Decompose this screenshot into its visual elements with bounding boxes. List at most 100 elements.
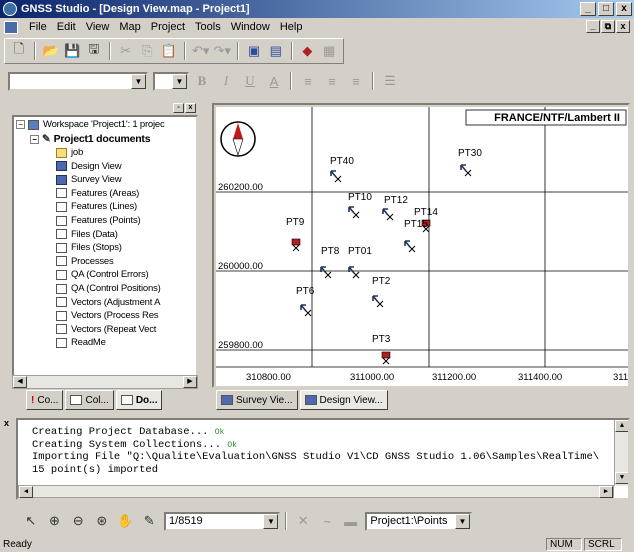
map-view-icon[interactable]: ▣ [244,41,264,61]
tree-item[interactable]: Vectors (Process Res [56,310,159,321]
x-tick-label: 311000.00 [350,372,394,383]
output-console: Creating Project Database... Ok Creating … [16,418,630,500]
tree-item[interactable]: Design View [56,160,122,172]
scroll-up-icon[interactable]: ▲ [615,420,628,432]
size-combo[interactable]: ▼ [153,71,189,91]
delete-x-icon[interactable]: ✕ [292,511,314,531]
doc-icon [56,242,67,253]
scroll-right-icon[interactable]: ▶ [599,486,613,498]
survey-view-icon[interactable]: ▤ [266,41,286,61]
zoom-in-icon[interactable]: ⊕ [44,511,66,531]
output-hscrollbar[interactable]: ◀ ▶ [18,485,614,498]
menu-view[interactable]: View [81,21,115,33]
tab-survey-view[interactable]: Survey Vie... [216,390,298,410]
tree-item[interactable]: QA (Control Positions) [56,283,161,294]
doc-icon [56,297,67,308]
collapse-icon[interactable]: − [30,134,39,144]
menu-edit[interactable]: Edit [52,21,81,33]
map-view[interactable]: 260200.00 260000.00 259800.00 310800.00 311… [212,103,630,388]
align-left-icon[interactable]: ≡ [297,71,319,91]
tree-item[interactable]: Features (Points) [56,215,141,226]
new-icon[interactable]: 🗋 [9,41,29,61]
tree-item[interactable]: ReadMe [56,337,106,348]
zoom-extent-icon[interactable]: ⊛ [91,511,113,531]
tab-design-view[interactable]: Design View... [299,390,388,410]
close-button[interactable]: x [616,2,632,16]
x-tick-label: 311200.00 [432,372,476,383]
layer-combo[interactable]: Project1:\Points ▼ [365,511,472,531]
layer-icon[interactable]: ◆ [298,41,318,61]
open-icon[interactable]: 📂 [41,41,61,61]
tab-do[interactable]: Do... [115,390,163,410]
point-label: PT30 [458,148,482,159]
paste-icon[interactable]: 📋 [159,41,179,61]
redo-icon[interactable]: ↷▾ [213,41,233,61]
copy-icon[interactable]: ⎘ [137,41,157,61]
bullets-icon[interactable]: ☰ [379,71,401,91]
map-canvas[interactable]: 260200.00 260000.00 259800.00 310800.00 311… [216,107,628,386]
scroll-right-icon[interactable]: ▶ [183,376,197,388]
save-icon[interactable]: 💾 [62,41,82,61]
menu-window[interactable]: Window [226,21,275,33]
zoom-out-icon[interactable]: ⊖ [67,511,89,531]
output-line-text: Creating System Collections... [32,438,222,451]
chevron-down-icon[interactable]: ▼ [263,513,279,529]
bold-button[interactable]: B [191,71,213,91]
scroll-down-icon[interactable]: ▼ [615,472,628,484]
chevron-down-icon[interactable]: ▼ [172,73,187,89]
collapse-icon[interactable]: − [16,120,25,129]
tree-item[interactable]: Processes [56,256,114,267]
layer-stack-icon[interactable]: ▬ [340,511,362,531]
saveall-icon[interactable]: 🖫 [84,41,104,61]
menu-project[interactable]: Project [146,21,190,33]
mdi-close-button[interactable]: x [616,20,630,33]
tree-item[interactable]: Vectors (Repeat Vect [56,324,156,335]
tree-workspace[interactable]: − Workspace 'Project1': 1 projec [16,119,165,130]
tree-item[interactable]: Features (Lines) [56,201,137,212]
tree-project[interactable]: − ✎ Project1 documents [30,133,151,145]
align-center-icon[interactable]: ≡ [321,71,343,91]
italic-button[interactable]: I [215,71,237,91]
undo-icon[interactable]: ↶▾ [191,41,211,61]
chevron-down-icon[interactable]: ▼ [131,73,146,89]
cut-icon[interactable]: ✂ [116,41,136,61]
draw-pencil-icon[interactable]: ✎ [138,511,160,531]
mdi-minimize-button[interactable]: _ [586,20,600,33]
minimize-button[interactable]: _ [580,2,596,16]
menu-help[interactable]: Help [275,21,308,33]
pan-hand-icon[interactable]: ✋ [115,511,137,531]
tree-item[interactable]: Files (Data) [56,229,118,240]
output-close-button[interactable]: x [4,418,14,432]
mdi-restore-button[interactable]: ⧉ [601,20,615,33]
underline-button[interactable]: U [239,71,261,91]
output-vscrollbar[interactable]: ▲ ▼ [614,420,628,486]
align-right-icon[interactable]: ≡ [345,71,367,91]
tree-item[interactable]: Survey View [56,174,122,185]
tree-item[interactable]: Vectors (Adjustment A [56,297,160,308]
tree-item[interactable]: Files (Stops) [56,242,122,253]
menu-tools[interactable]: Tools [190,21,226,33]
panel-close-button[interactable]: x [185,103,196,113]
line-tool-icon[interactable]: ~ [316,511,338,531]
tree-item[interactable]: job [56,147,83,158]
font-color-button[interactable]: A [263,71,285,91]
tree-hscrollbar[interactable]: ◀ ▶ [12,375,198,389]
scroll-left-icon[interactable]: ◀ [13,376,27,388]
chevron-down-icon[interactable]: ▼ [454,513,470,529]
scroll-left-icon[interactable]: ◀ [19,486,33,498]
maximize-button[interactable]: □ [598,2,614,16]
menu-file[interactable]: File [24,21,52,33]
scale-combo[interactable]: 1/8519 ▼ [164,511,281,531]
tab-co[interactable]: ! Co... [26,390,64,410]
tree-item[interactable]: QA (Control Errors) [56,269,149,280]
tab-col[interactable]: Col... [65,390,114,410]
panel-dock-button[interactable]: - [173,103,184,113]
output-line: Creating Project Database... Ok [18,426,628,439]
collection-icon [70,395,83,405]
tree-item[interactable]: Features (Areas) [56,188,139,199]
font-combo[interactable]: ▼ [8,71,148,91]
select-arrow-icon[interactable]: ↖ [20,511,42,531]
document-icon[interactable] [4,20,18,34]
menu-map[interactable]: Map [114,21,145,33]
properties-icon[interactable]: ▦ [319,41,339,61]
